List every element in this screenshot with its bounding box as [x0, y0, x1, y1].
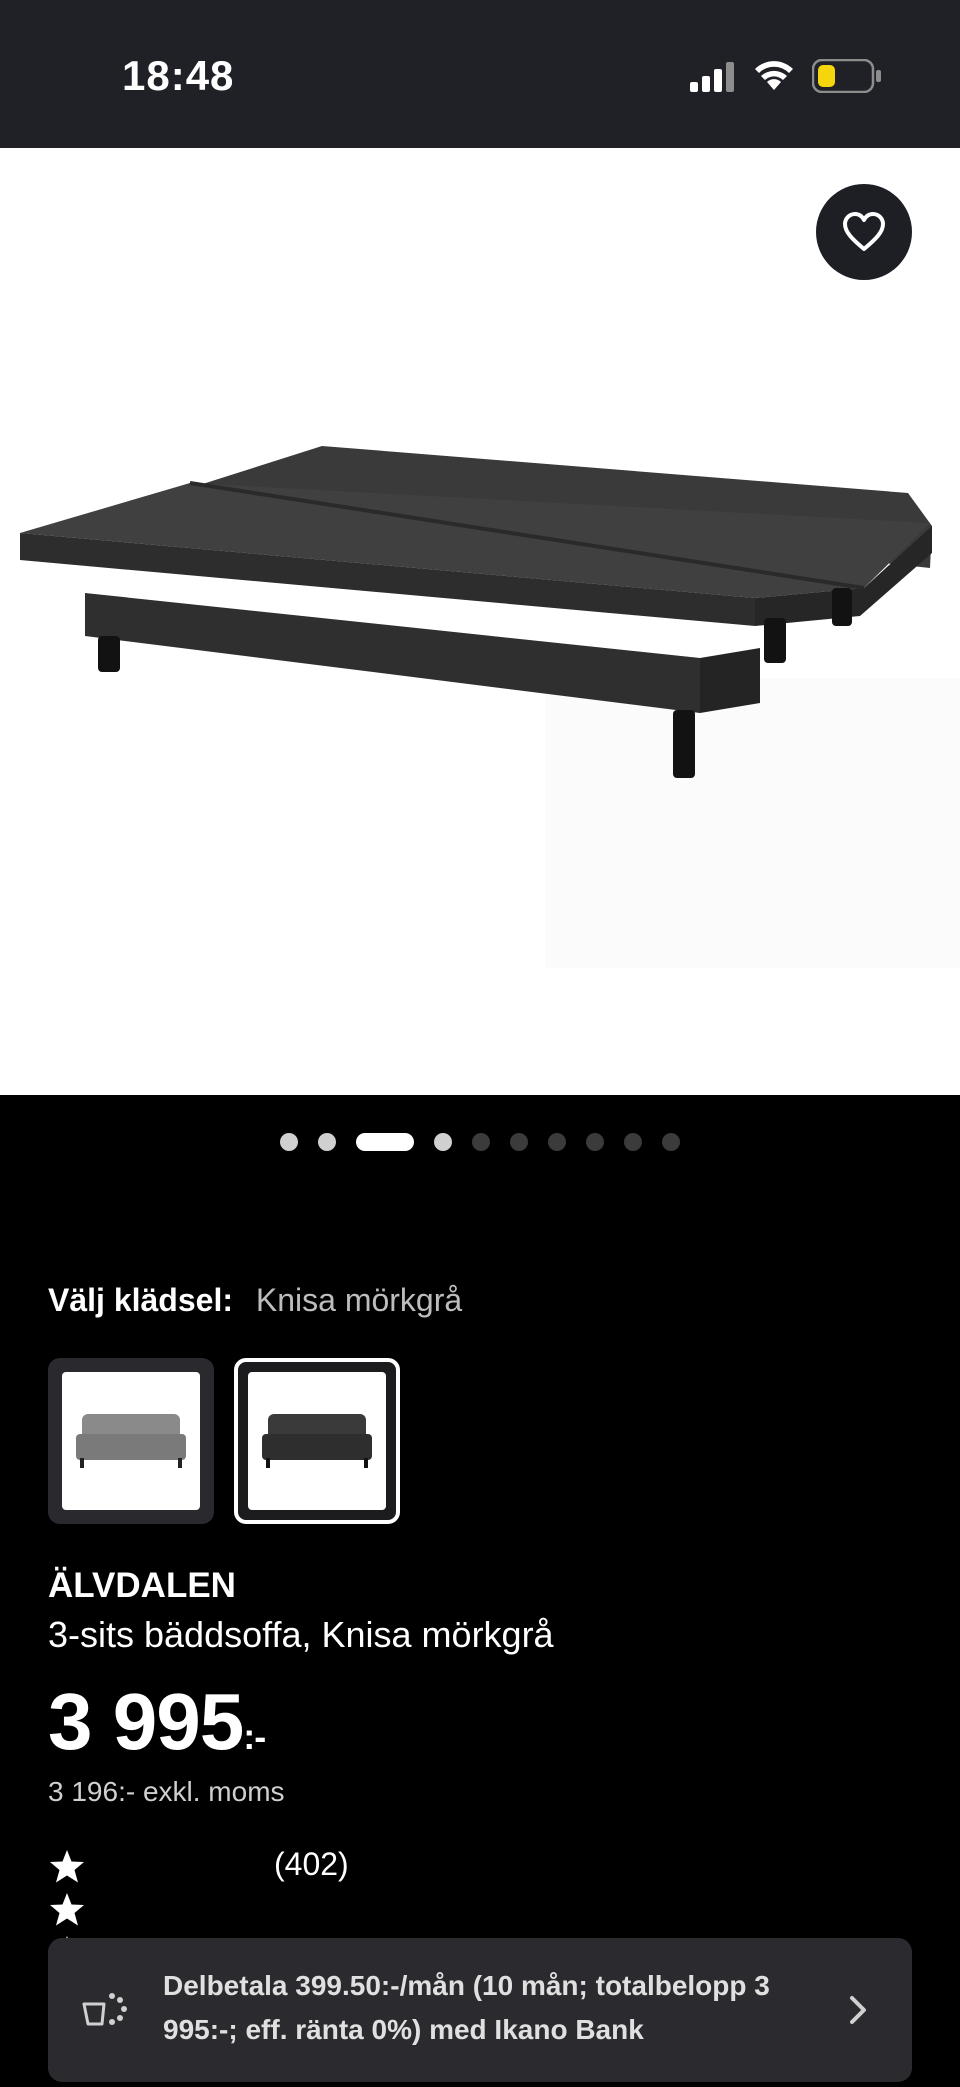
swatch-dark-grey[interactable] — [234, 1358, 400, 1524]
sofa-bed-image — [20, 446, 960, 968]
carousel-dot[interactable] — [356, 1133, 414, 1151]
product-price: 3 995:- — [48, 1676, 266, 1768]
carousel-dot[interactable] — [318, 1133, 336, 1151]
product-image[interactable] — [0, 148, 960, 1095]
carousel-dot[interactable] — [280, 1133, 298, 1151]
carousel-dot[interactable] — [586, 1133, 604, 1151]
product-name: ÄLVDALEN — [48, 1566, 236, 1605]
carousel-dot[interactable] — [434, 1133, 452, 1151]
payment-icon — [82, 1993, 127, 2026]
price-suffix: :- — [243, 1716, 266, 1757]
carousel-indicator[interactable] — [0, 1130, 960, 1154]
chevron-right-icon — [850, 1996, 866, 2024]
wifi-icon — [755, 61, 793, 90]
signal-icon — [690, 62, 734, 92]
swatch-light-grey[interactable] — [48, 1358, 214, 1524]
carousel-dot[interactable] — [662, 1133, 680, 1151]
star-icon — [50, 1850, 84, 1883]
fabric-label: Välj klädsel: — [48, 1282, 233, 1318]
price-value: 3 995 — [48, 1677, 244, 1766]
fabric-selector-label: Välj klädsel: Knisa mörkgrå — [48, 1282, 462, 1319]
star-icon — [50, 1893, 84, 1926]
rating-count: (402) — [274, 1846, 349, 1882]
fabric-selected-value: Knisa mörkgrå — [255, 1282, 463, 1318]
swatch-dark-grey-image — [248, 1372, 386, 1510]
installment-text: Delbetala 399.50:-/mån (10 mån; totalbel… — [163, 1970, 770, 2045]
price-excl-vat: 3 196:- exkl. moms — [48, 1776, 285, 1807]
favorite-button[interactable] — [816, 184, 912, 280]
carousel-dot[interactable] — [624, 1133, 642, 1151]
installment-banner[interactable]: Delbetala 399.50:-/mån (10 mån; totalbel… — [48, 1938, 912, 2082]
battery-icon — [812, 59, 881, 93]
status-bar: 18:48 — [0, 0, 960, 148]
carousel-dot[interactable] — [472, 1133, 490, 1151]
carousel-dot[interactable] — [510, 1133, 528, 1151]
swatch-light-grey-image — [62, 1372, 200, 1510]
status-time: 18:48 — [122, 52, 235, 99]
heart-icon — [843, 212, 885, 251]
product-description: 3-sits bäddsoffa, Knisa mörkgrå — [48, 1614, 554, 1655]
carousel-dot[interactable] — [548, 1133, 566, 1151]
